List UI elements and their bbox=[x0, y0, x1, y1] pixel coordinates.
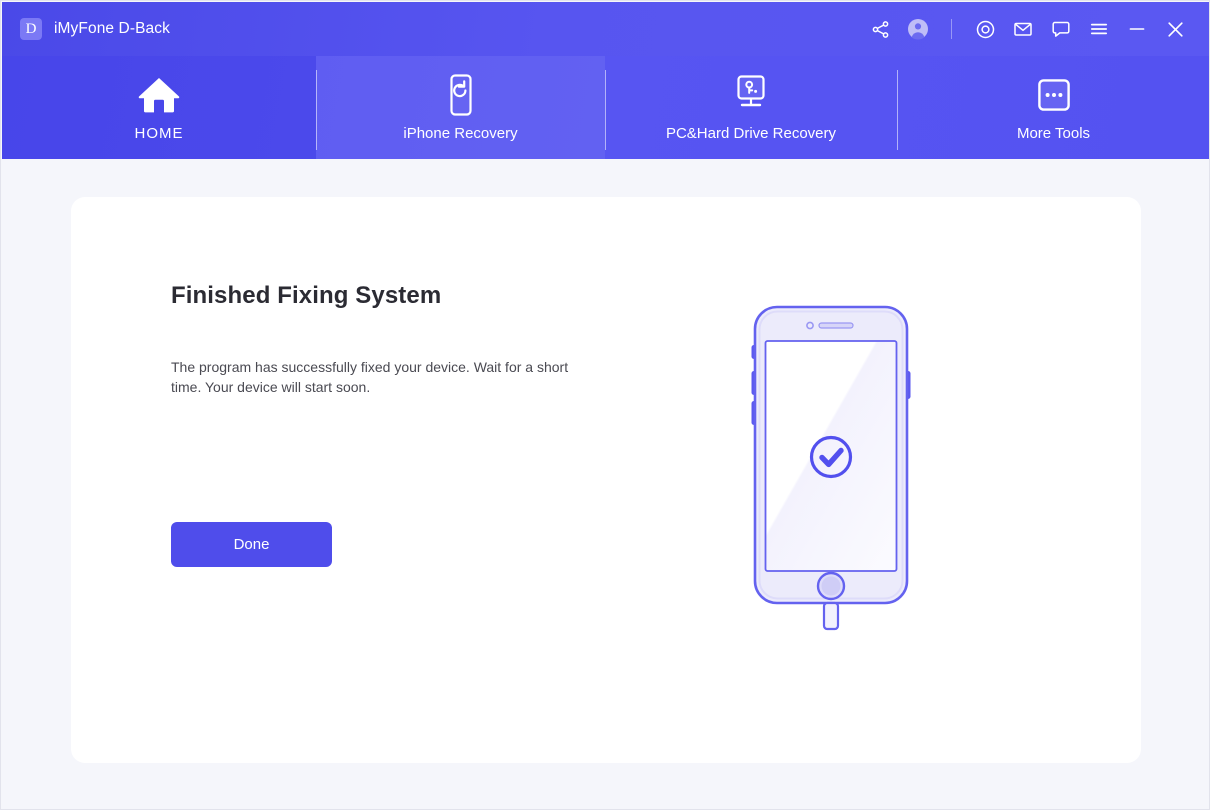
minimize-icon[interactable] bbox=[1118, 10, 1156, 48]
home-icon bbox=[137, 73, 181, 117]
nav-tab-more-tools-label: More Tools bbox=[1016, 125, 1091, 142]
mail-icon[interactable] bbox=[1004, 10, 1042, 48]
more-dots-icon bbox=[1037, 73, 1071, 117]
panel-description: The program has successfully fixed your … bbox=[171, 359, 569, 395]
titlebar-separator bbox=[951, 19, 952, 39]
content-area: Finished Fixing System The program has s… bbox=[2, 159, 1209, 809]
content-card: Finished Fixing System The program has s… bbox=[71, 197, 1141, 763]
app-window: D iMyFone D-Back HOME iPhone Recovery PC… bbox=[0, 0, 1210, 810]
nav-tab-iphone-recovery-label: iPhone Recovery bbox=[403, 125, 518, 142]
nav-tab-pc-hard-drive-recovery-label: PC&Hard Drive Recovery bbox=[665, 125, 837, 142]
account-icon[interactable] bbox=[899, 10, 937, 48]
nav-tab-more-tools[interactable]: More Tools bbox=[897, 56, 1209, 159]
nav-tab-iphone-recovery[interactable]: iPhone Recovery bbox=[316, 56, 605, 159]
nav-tab-pc-hard-drive-recovery[interactable]: PC&Hard Drive Recovery bbox=[605, 56, 897, 159]
close-icon[interactable] bbox=[1156, 10, 1194, 48]
app-title: iMyFone D-Back bbox=[54, 20, 170, 37]
nav-tab-home[interactable]: HOME bbox=[2, 56, 316, 159]
title-bar: D iMyFone D-Back bbox=[2, 2, 1209, 56]
chat-icon[interactable] bbox=[1042, 10, 1080, 48]
titlebar-actions bbox=[861, 10, 1194, 48]
nav-tab-home-label: HOME bbox=[134, 125, 184, 142]
app-logo-icon: D bbox=[20, 18, 42, 40]
monitor-key-icon bbox=[730, 73, 772, 117]
page-title: Finished Fixing System bbox=[171, 282, 442, 309]
done-button[interactable]: Done bbox=[171, 522, 332, 567]
phone-refresh-icon bbox=[444, 73, 478, 117]
menu-icon[interactable] bbox=[1080, 10, 1118, 48]
target-icon[interactable] bbox=[966, 10, 1004, 48]
share-icon[interactable] bbox=[861, 10, 899, 48]
iphone-illustration bbox=[741, 297, 921, 657]
main-navigation: HOME iPhone Recovery PC&Hard Drive Recov… bbox=[2, 56, 1209, 159]
